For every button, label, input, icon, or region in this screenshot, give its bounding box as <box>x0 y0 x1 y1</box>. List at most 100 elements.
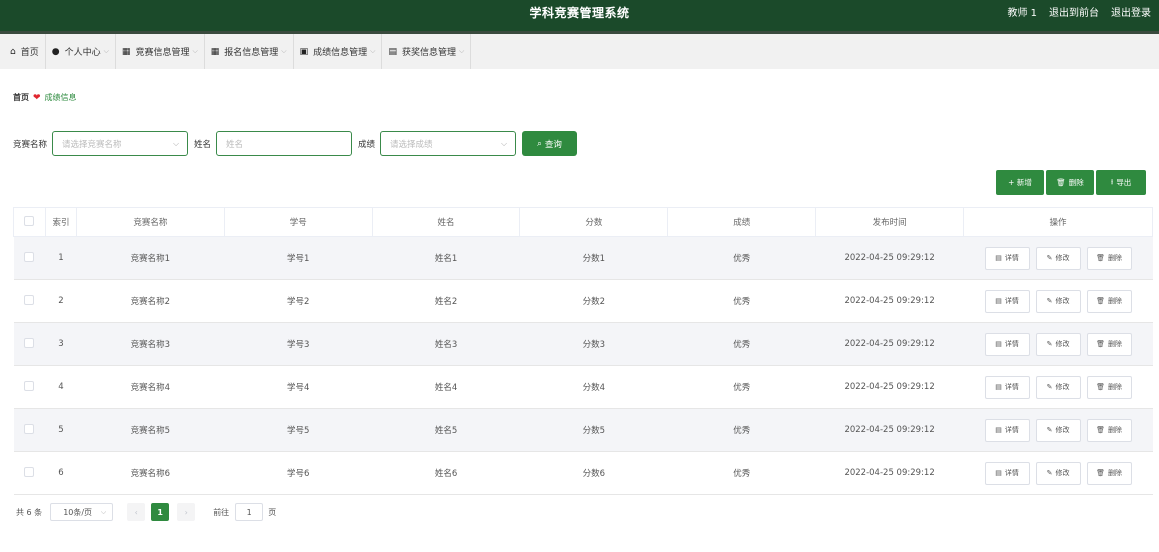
goto-page-input[interactable]: 1 <box>235 503 264 521</box>
cell-sid: 学号5 <box>224 408 373 452</box>
cell-index: 3 <box>45 322 77 366</box>
chevron-down-icon: ⌵ <box>281 47 287 55</box>
row-select-cell[interactable] <box>13 236 46 280</box>
nav-item-5[interactable]: ▤ 获奖信息管理 ⌵ <box>382 34 472 69</box>
header-time: 发布时间 <box>815 207 965 237</box>
nav-item-label: 获奖信息管理 <box>401 48 456 58</box>
row-select-cell[interactable] <box>13 408 46 452</box>
detail-button[interactable]: ▤ 详情 <box>984 375 1030 399</box>
logout-link[interactable]: 退出登录 <box>1111 0 1151 27</box>
row-checkbox[interactable] <box>24 380 35 391</box>
edit-button[interactable]: ✎ 修改 <box>1035 332 1081 356</box>
delete-label: 删除 <box>1107 426 1122 434</box>
edit-button[interactable]: ✎ 修改 <box>1035 418 1081 442</box>
nav-item-label: 成绩信息管理 <box>313 48 368 58</box>
row-checkbox[interactable] <box>24 337 35 348</box>
query-button-label: 查询 <box>544 139 562 150</box>
row-checkbox[interactable] <box>24 423 35 434</box>
cell-time: 2022-04-25 09:29:12 <box>815 236 964 280</box>
row-checkbox[interactable] <box>24 251 35 262</box>
goto-label: 前往 <box>213 507 230 517</box>
add-button-label: + 新增 <box>1008 178 1032 187</box>
name-input[interactable]: 姓名 <box>216 131 353 156</box>
row-actions: ▤ 详情 ✎ 修改 🗑 删除 <box>964 418 1153 442</box>
edit-button[interactable]: ✎ 修改 <box>1035 375 1081 399</box>
page-number-current[interactable]: 1 <box>151 503 170 521</box>
edit-button[interactable]: ✎ 修改 <box>1035 246 1081 270</box>
nav-item-4[interactable]: ▣ 成绩信息管理 ⌵ <box>294 34 383 69</box>
nav-item-2[interactable]: ▦ 竞赛信息管理 ⌵ <box>116 34 205 69</box>
grade-select[interactable]: 请选择成绩 ⌵ <box>380 131 517 156</box>
edit-button[interactable]: ✎ 修改 <box>1035 289 1081 313</box>
comp-select[interactable]: 请选择竞赛名称 ⌵ <box>52 131 189 156</box>
delete-label: 删除 <box>1107 297 1122 305</box>
row-select-cell[interactable] <box>13 451 46 495</box>
cell-comp: 竞赛名称3 <box>76 322 225 366</box>
delete-button[interactable]: 🗑 删除 <box>1086 289 1132 313</box>
trash-icon: 🗑 <box>1096 297 1105 305</box>
trash-icon: 🗑 <box>1096 469 1105 477</box>
add-button[interactable]: + 新增 <box>996 170 1044 195</box>
trash-icon: 🗑 <box>1096 254 1105 262</box>
cell-score: 分数3 <box>519 322 668 366</box>
detail-button[interactable]: ▤ 详情 <box>984 289 1030 313</box>
table-row: 3 竞赛名称3 学号3 姓名3 分数3 优秀 2022-04-25 09:29:12 ▤ 详情 ✎… <box>13 322 1153 366</box>
edit-icon: ✎ <box>1046 340 1053 348</box>
prev-page-button[interactable]: ‹ <box>127 503 146 521</box>
cell-grade: 优秀 <box>667 408 816 452</box>
delete-button[interactable]: 🗑 删除 <box>1086 461 1132 485</box>
bulk-delete-button[interactable]: 🗑 删除 <box>1046 170 1094 195</box>
detail-button[interactable]: ▤ 详情 <box>984 246 1030 270</box>
detail-button[interactable]: ▤ 详情 <box>984 418 1030 442</box>
cell-grade: 优秀 <box>667 236 816 280</box>
edit-button[interactable]: ✎ 修改 <box>1035 461 1081 485</box>
bulk-delete-label: 删除 <box>1068 178 1084 187</box>
row-select-cell[interactable] <box>13 365 46 409</box>
breadcrumb-home[interactable]: 首页 <box>13 92 29 103</box>
grade-select-placeholder: 请选择成绩 <box>390 139 433 150</box>
breadcrumb-current: 成绩信息 <box>44 93 77 102</box>
next-page-button[interactable]: › <box>177 503 196 521</box>
nav-item-1[interactable]: ● 个人中心 ⌵ <box>46 34 116 69</box>
front-link[interactable]: 退出到前台 <box>1049 0 1099 27</box>
detail-button[interactable]: ▤ 详情 <box>984 332 1030 356</box>
cell-name: 姓名4 <box>372 365 520 409</box>
header-actions: 操作 <box>963 207 1153 237</box>
chevron-down-icon: ⌵ <box>100 507 107 516</box>
nav-item-3[interactable]: ▦ 报名信息管理 ⌵ <box>205 34 294 69</box>
delete-button[interactable]: 🗑 删除 <box>1086 375 1132 399</box>
row-checkbox[interactable] <box>24 466 35 477</box>
row-select-cell[interactable] <box>13 322 46 366</box>
breadcrumb: 首页 ❤ 成绩信息 <box>13 92 77 103</box>
cell-sid: 学号6 <box>224 451 373 495</box>
chevron-right-icon: › <box>184 507 188 517</box>
table-toolbar: + 新增 🗑 删除 ⭳ 导出 <box>996 170 1146 195</box>
row-select-cell[interactable] <box>13 279 46 323</box>
cell-actions: ▤ 详情 ✎ 修改 🗑 删除 <box>963 279 1153 323</box>
home-icon: ⌂ <box>10 46 16 57</box>
chevron-left-icon: ‹ <box>134 507 138 517</box>
delete-button[interactable]: 🗑 删除 <box>1086 246 1132 270</box>
query-button[interactable]: ⌕ 查询 <box>522 131 578 156</box>
edit-icon: ✎ <box>1046 254 1053 262</box>
pagination: 共 6 条 10条/页 ⌵ ‹ 1 › 前往 1 页 <box>16 503 276 521</box>
table-row: 1 竞赛名称1 学号1 姓名1 分数1 优秀 2022-04-25 09:29:12 ▤ 详情 ✎… <box>13 236 1153 280</box>
detail-button[interactable]: ▤ 详情 <box>984 461 1030 485</box>
export-button[interactable]: ⭳ 导出 <box>1096 170 1146 195</box>
nav-item-0[interactable]: ⌂ 首页 <box>4 34 46 69</box>
nav-item-label: 个人中心 <box>64 48 101 58</box>
select-all-checkbox[interactable] <box>24 215 35 226</box>
document-icon: ▤ <box>995 426 1002 434</box>
cell-comp: 竞赛名称1 <box>76 236 225 280</box>
delete-button[interactable]: 🗑 删除 <box>1086 332 1132 356</box>
select-all-cell[interactable] <box>13 207 46 237</box>
trash-icon: 🗑 <box>1096 426 1105 434</box>
cell-comp: 竞赛名称4 <box>76 365 225 409</box>
chevron-down-icon: ⌵ <box>500 138 508 148</box>
grade-label: 成绩 <box>358 139 376 150</box>
delete-button[interactable]: 🗑 删除 <box>1086 418 1132 442</box>
edit-icon: ✎ <box>1046 383 1053 391</box>
page-size-select[interactable]: 10条/页 ⌵ <box>50 503 114 521</box>
row-checkbox[interactable] <box>24 294 35 305</box>
edit-label: 修改 <box>1055 297 1070 305</box>
